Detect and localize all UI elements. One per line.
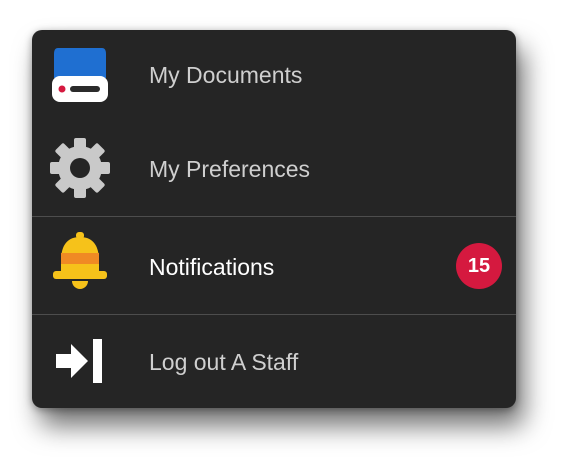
- menu-item-log-out[interactable]: Log out A Staff: [32, 315, 516, 408]
- notification-count-badge: 15: [456, 243, 502, 289]
- menu-item-label: Notifications: [149, 254, 275, 280]
- menu-item-label: My Preferences: [149, 156, 311, 182]
- menu-item-my-documents[interactable]: My Documents: [32, 30, 516, 122]
- menu-item-notifications[interactable]: Notifications 15: [32, 217, 516, 314]
- menu-item-my-preferences[interactable]: My Preferences: [32, 122, 516, 216]
- drive-icon: [48, 42, 112, 106]
- bell-icon: [48, 231, 112, 295]
- logout-icon: [48, 329, 112, 393]
- menu-item-label: Log out A Staff: [149, 349, 299, 375]
- user-dropdown-menu: My Documents My Preferences Notification…: [32, 30, 516, 408]
- gear-icon: [48, 136, 112, 200]
- menu-item-label: My Documents: [149, 62, 303, 88]
